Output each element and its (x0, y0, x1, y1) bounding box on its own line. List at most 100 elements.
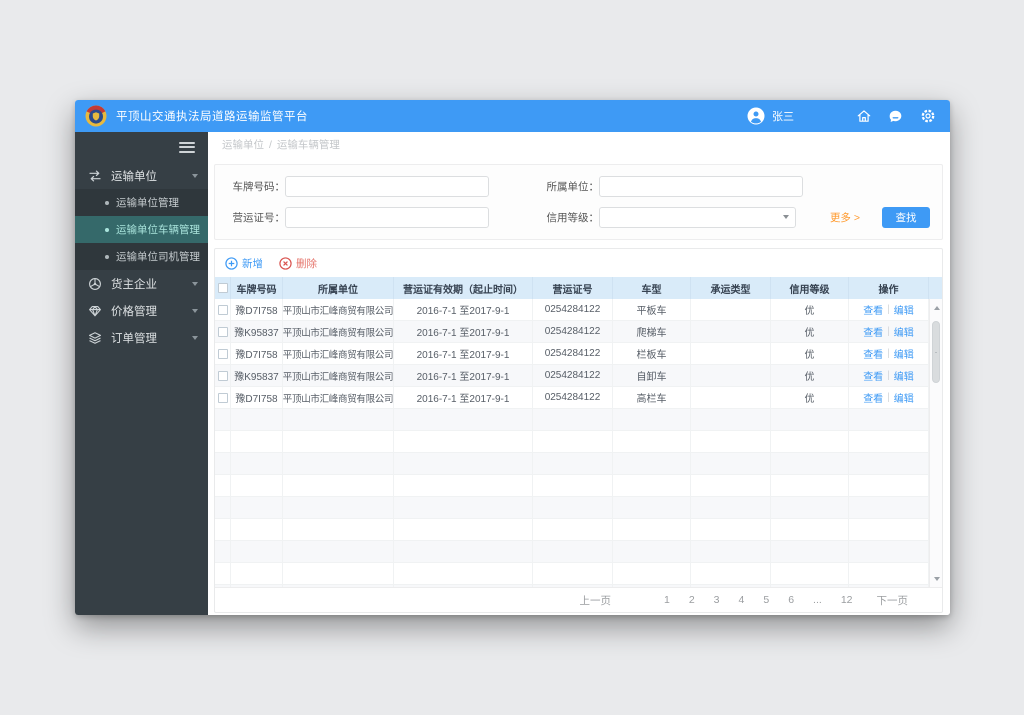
sidebar-subitem-label: 运输单位车辆管理 (116, 224, 200, 236)
plate-cell: 豫D7I758 (231, 343, 283, 364)
row-checkbox[interactable] (217, 348, 228, 359)
scrollbar-thumb[interactable] (932, 321, 940, 383)
empty-cell (849, 563, 929, 584)
operation-cert-label: 营运证号： (232, 212, 286, 224)
vehicle-type-cell: 平板车 (613, 299, 691, 320)
row-checkbox[interactable] (217, 370, 228, 381)
scroll-up-arrow-icon[interactable] (930, 301, 942, 314)
empty-cell (533, 563, 613, 584)
view-link[interactable]: 查看 (863, 324, 883, 339)
pagination-page-5[interactable]: 5 (763, 594, 769, 606)
user-name[interactable]: 张三 (772, 108, 794, 124)
action-separator: | (887, 370, 890, 381)
hamburger-menu-icon[interactable] (179, 139, 195, 155)
breadcrumb: 运输单位 / 运输车辆管理 (208, 132, 950, 158)
empty-cell (533, 497, 613, 518)
validity-cell: 2016-7-1 至2017-9-1 (394, 387, 533, 408)
operation-cert-input[interactable] (285, 207, 489, 228)
plate-cell: 豫D7I758 (231, 387, 283, 408)
breadcrumb-parent[interactable]: 运输单位 (222, 139, 264, 151)
edit-link[interactable]: 编辑 (894, 324, 914, 339)
empty-cell (394, 541, 533, 562)
cert-no-cell: 0254284122 (533, 343, 613, 364)
empty-cell (394, 563, 533, 584)
view-link[interactable]: 查看 (863, 302, 883, 317)
empty-cell (215, 475, 231, 496)
carry-type-cell (691, 387, 771, 408)
empty-cell (613, 585, 691, 587)
select-all-checkbox[interactable] (217, 283, 228, 293)
view-link[interactable]: 查看 (863, 390, 883, 405)
pagination-page-2[interactable]: 2 (689, 594, 695, 606)
edit-link[interactable]: 编辑 (894, 346, 914, 361)
cert-no-cell: 0254284122 (533, 321, 613, 342)
empty-cell (215, 563, 231, 584)
pagination-page-6[interactable]: 6 (788, 594, 794, 606)
empty-cell (691, 431, 771, 452)
empty-cell (849, 453, 929, 474)
empty-cell (849, 519, 929, 540)
empty-cell (215, 585, 231, 587)
row-checkbox[interactable] (217, 326, 228, 337)
scroll-down-arrow-icon[interactable] (930, 572, 942, 585)
actions-cell: 查看 | 编辑 (849, 321, 929, 342)
sidebar-item-transport-unit[interactable]: 运输单位 (75, 162, 208, 189)
empty-cell (283, 475, 394, 496)
edit-link[interactable]: 编辑 (894, 390, 914, 405)
table-row: 豫D7I758 平顶山市汇峰商贸有限公司 2016-7-1 至2017-9-1 025… (215, 299, 929, 321)
row-checkbox[interactable] (217, 392, 228, 403)
empty-cell (771, 453, 849, 474)
sidebar-subitem-unit-vehicle-management[interactable]: 运输单位车辆管理 (75, 216, 208, 243)
column-header: 营运证有效期（起止时间） (394, 277, 533, 299)
empty-cell (215, 541, 231, 562)
user-avatar-icon[interactable] (747, 107, 765, 125)
plate-cell: 豫D7I758 (231, 299, 283, 320)
empty-cell (613, 453, 691, 474)
sidebar-item-cargo-owner[interactable]: 货主企业 (75, 270, 208, 297)
table-body: 豫D7I758 平顶山市汇峰商贸有限公司 2016-7-1 至2017-9-1 025… (215, 299, 942, 587)
vertical-scrollbar[interactable] (929, 299, 942, 587)
pagination-prev[interactable]: 上一页 (579, 593, 611, 608)
empty-cell (231, 409, 283, 430)
credit-rating-select-value[interactable] (599, 207, 796, 228)
view-link[interactable]: 查看 (863, 346, 883, 361)
sidebar-item-order-management[interactable]: 订单管理 (75, 324, 208, 351)
owner-company-input[interactable] (599, 176, 803, 197)
row-checkbox[interactable] (217, 304, 228, 315)
sidebar-subitem-unit-management[interactable]: 运输单位管理 (75, 189, 208, 216)
credit-rating-select[interactable] (599, 207, 796, 228)
pagination-page-1[interactable]: 1 (664, 594, 670, 606)
credit-cell: 优 (771, 343, 849, 364)
vehicle-type-cell: 自卸车 (613, 365, 691, 386)
search-button[interactable]: 查找 (882, 207, 930, 228)
chevron-down-icon (192, 308, 198, 313)
search-panel: 车牌号码： 所属单位： 营运证号： 信用等级： 更多 > 查找 (214, 164, 943, 240)
home-icon[interactable] (855, 108, 872, 125)
sidebar-item-label: 价格管理 (111, 305, 157, 318)
add-button-label: 新增 (242, 257, 263, 270)
plate-number-input[interactable] (285, 176, 489, 197)
pagination-page-3[interactable]: 3 (714, 594, 720, 606)
empty-cell (849, 541, 929, 562)
add-button[interactable]: 新增 (225, 256, 263, 271)
actions-cell: 查看 | 编辑 (849, 387, 929, 408)
credit-cell: 优 (771, 387, 849, 408)
more-filters-link[interactable]: 更多 > (830, 210, 860, 225)
sidebar-item-price-management[interactable]: 价格管理 (75, 297, 208, 324)
empty-cell (849, 409, 929, 430)
app-title: 平顶山交通执法局道路运输监管平台 (116, 111, 308, 123)
edit-link[interactable]: 编辑 (894, 302, 914, 317)
pagination-page-4[interactable]: 4 (739, 594, 745, 606)
view-link[interactable]: 查看 (863, 368, 883, 383)
delete-button[interactable]: 删除 (279, 256, 317, 271)
sidebar-subitem-unit-driver-management[interactable]: 运输单位司机管理 (75, 243, 208, 270)
table-row: 豫D7I758 平顶山市汇峰商贸有限公司 2016-7-1 至2017-9-1 025… (215, 343, 929, 365)
gear-icon[interactable] (919, 108, 936, 125)
message-icon[interactable] (887, 108, 904, 125)
edit-link[interactable]: 编辑 (894, 368, 914, 383)
empty-cell (394, 497, 533, 518)
pagination-page-12[interactable]: 12 (841, 594, 853, 606)
empty-cell (613, 541, 691, 562)
pagination-next[interactable]: 下一页 (877, 593, 909, 608)
empty-cell (691, 497, 771, 518)
